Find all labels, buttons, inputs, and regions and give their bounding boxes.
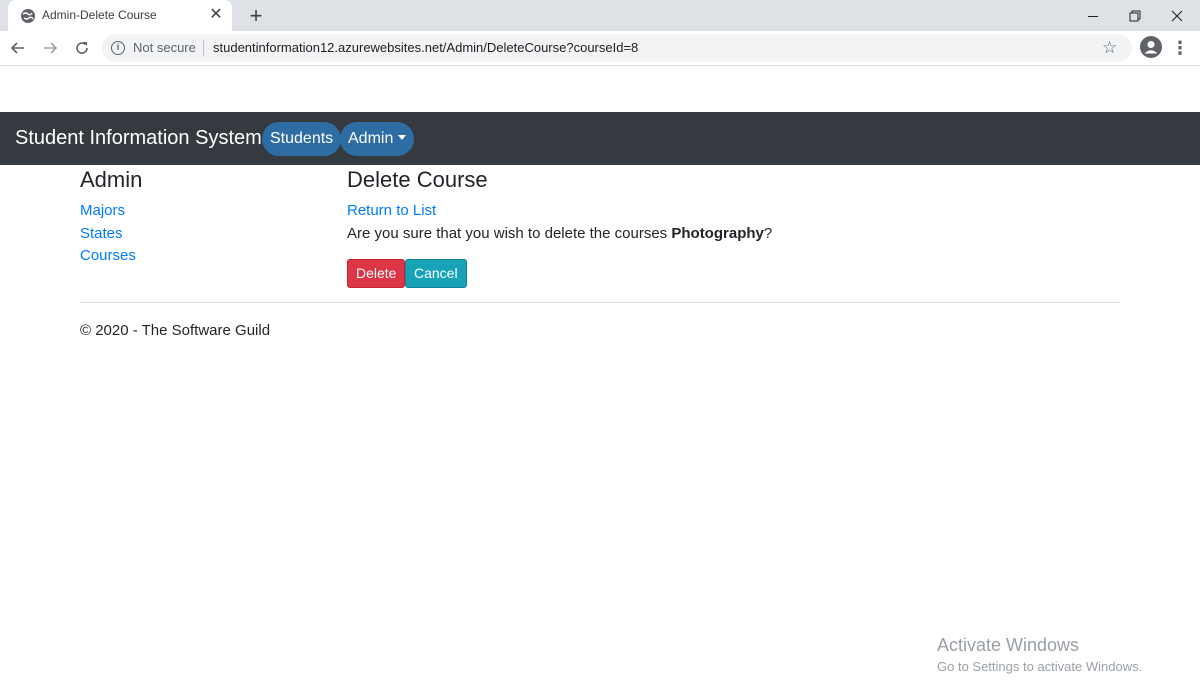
tab-title: Admin-Delete Course xyxy=(42,8,157,22)
cancel-button[interactable]: Cancel xyxy=(405,259,467,288)
sidebar-title: Admin xyxy=(80,167,143,192)
close-window-icon[interactable] xyxy=(1154,0,1200,31)
page-title: Delete Course xyxy=(347,167,488,192)
security-label[interactable]: Not secure xyxy=(133,40,196,55)
url-text[interactable]: studentinformation12.azurewebsites.net/A… xyxy=(213,40,638,55)
nav-students-label: Students xyxy=(270,130,334,147)
caret-down-icon xyxy=(398,135,407,140)
activation-watermark-title: Activate Windows xyxy=(937,635,1080,655)
browser-tab[interactable]: Admin-Delete Course ✕ xyxy=(8,0,232,31)
back-icon[interactable] xyxy=(6,36,30,60)
sidebar-link-courses[interactable]: Courses xyxy=(80,247,136,264)
course-name: Photography xyxy=(671,225,764,242)
bookmark-star-icon[interactable]: ☆ xyxy=(1102,38,1117,58)
brand-title[interactable]: Student Information System xyxy=(15,127,262,150)
footer-copyright: © 2020 - The Software Guild xyxy=(80,322,271,339)
sidebar-link-states[interactable]: States xyxy=(80,225,123,242)
omnibox-divider xyxy=(203,40,204,56)
restore-icon[interactable] xyxy=(1112,0,1158,31)
forward-icon[interactable] xyxy=(38,36,62,60)
nav-admin-dropdown[interactable]: Admin xyxy=(340,122,415,156)
delete-button[interactable]: Delete xyxy=(347,259,406,288)
browser-toolbar: i Not secure studentinformation12.azurew… xyxy=(0,31,1200,65)
sidebar-link-majors[interactable]: Majors xyxy=(80,202,125,219)
confirm-prefix: Are you sure that you wish to delete the… xyxy=(347,225,668,242)
tab-strip: Admin-Delete Course ✕ + xyxy=(0,0,1200,31)
reload-icon[interactable] xyxy=(70,36,94,60)
nav-admin-label: Admin xyxy=(348,130,394,147)
footer-divider xyxy=(80,302,1120,303)
new-tab-button[interactable]: + xyxy=(244,4,268,28)
toolbar-divider xyxy=(0,65,1200,66)
minimize-icon[interactable] xyxy=(1070,0,1116,31)
nav-students[interactable]: Students xyxy=(262,122,342,156)
info-icon[interactable]: i xyxy=(111,41,125,55)
confirm-message: Are you sure that you wish to delete the… xyxy=(347,225,772,242)
menu-kebab-icon[interactable]: ⋮ xyxy=(1170,36,1190,60)
close-tab-icon[interactable]: ✕ xyxy=(208,7,224,23)
return-to-list-link[interactable]: Return to List xyxy=(347,202,436,219)
globe-icon xyxy=(20,8,36,24)
activation-watermark-subtitle: Go to Settings to activate Windows. xyxy=(937,659,1143,674)
address-bar[interactable]: i Not secure studentinformation12.azurew… xyxy=(102,34,1132,62)
confirm-suffix: ? xyxy=(763,225,773,242)
app-navbar: Student Information System Students Admi… xyxy=(0,112,1200,165)
profile-avatar-icon[interactable] xyxy=(1140,36,1162,58)
